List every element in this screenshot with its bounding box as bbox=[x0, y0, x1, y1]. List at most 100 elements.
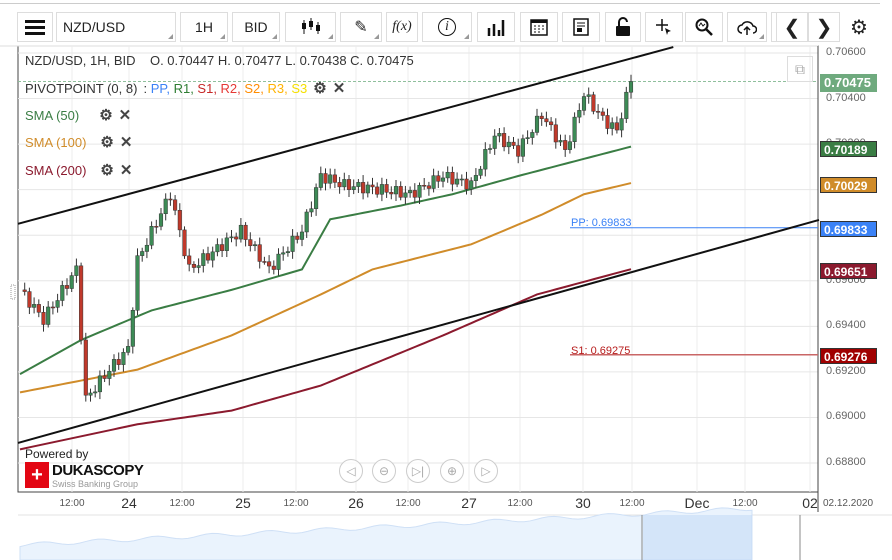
candle-up bbox=[342, 179, 347, 188]
candle-up bbox=[290, 235, 295, 252]
gear-icon[interactable]: ⚙ bbox=[313, 79, 326, 97]
candle-up bbox=[440, 177, 446, 182]
candle-down bbox=[64, 285, 70, 289]
time-axis-label: 25 bbox=[235, 495, 251, 511]
candle-up bbox=[144, 244, 149, 252]
price-axis-label: 0.69200 bbox=[826, 364, 866, 377]
candle-down bbox=[116, 359, 121, 365]
candle-up bbox=[558, 140, 563, 143]
candle-up bbox=[356, 182, 361, 187]
candle-up bbox=[107, 370, 112, 379]
sma100-label: SMA (100) bbox=[25, 134, 87, 150]
pivot-name: PIVOTPOINT (0, 8) bbox=[25, 80, 138, 96]
gear-icon[interactable]: ⚙ bbox=[100, 161, 113, 179]
triangle-right-icon: ▷ bbox=[481, 464, 491, 478]
close-icon[interactable]: ✕ bbox=[119, 106, 132, 124]
candle-down bbox=[271, 265, 276, 270]
candle-down bbox=[370, 184, 375, 188]
candle-up bbox=[431, 175, 436, 189]
candle-down bbox=[553, 124, 558, 143]
pp-line-label: PP: 0.69833 bbox=[571, 217, 632, 229]
close-icon[interactable]: ✕ bbox=[333, 79, 346, 97]
candle-up bbox=[365, 184, 370, 194]
candle-up bbox=[74, 265, 79, 276]
candle-down bbox=[177, 210, 182, 231]
date-label: 02.12.2020 bbox=[822, 498, 874, 509]
candle-down bbox=[614, 122, 619, 131]
go-to-end-button[interactable]: ▷| bbox=[406, 459, 430, 483]
close-icon[interactable]: ✕ bbox=[120, 133, 133, 151]
candle-down bbox=[332, 174, 337, 183]
popout-button[interactable]: ⧉ bbox=[787, 56, 813, 82]
s1-line-label: S1: 0.69275 bbox=[571, 345, 631, 357]
time-axis-label: 24 bbox=[121, 495, 137, 511]
ohlc-readout: NZD/USD, 1H, BID O. 0.70447 H. 0.70477 L… bbox=[25, 53, 414, 68]
price-axis-label: 0.70400 bbox=[826, 91, 866, 104]
candle-up bbox=[126, 346, 131, 353]
candle-up bbox=[534, 115, 540, 133]
candle-down bbox=[220, 244, 225, 251]
candle-up bbox=[196, 265, 201, 268]
candle-up bbox=[497, 133, 502, 137]
candle-up bbox=[408, 190, 413, 194]
brand-name: DUKASCOPY bbox=[52, 462, 144, 479]
pivot-item-r3: R3, bbox=[267, 80, 292, 96]
time-axis-label: 27 bbox=[461, 495, 477, 511]
candle-up bbox=[252, 244, 258, 247]
skip-end-icon: ▷| bbox=[411, 464, 425, 478]
price-axis-label: 0.70600 bbox=[826, 46, 866, 58]
candle-down bbox=[346, 179, 352, 190]
candle-up bbox=[201, 253, 206, 266]
time-axis-label: 02 bbox=[802, 495, 818, 511]
candle-up bbox=[97, 375, 102, 393]
candle-up bbox=[393, 186, 399, 195]
candle-up bbox=[60, 285, 65, 301]
time-axis-label: 12:00 bbox=[283, 498, 309, 509]
navigator[interactable] bbox=[18, 507, 892, 560]
candle-up bbox=[93, 391, 98, 394]
navigator-window bbox=[643, 515, 752, 560]
candle-down bbox=[234, 236, 239, 240]
close-icon[interactable]: ✕ bbox=[120, 161, 133, 179]
candle-down bbox=[384, 184, 389, 193]
pivot-item-s1: S1, bbox=[197, 80, 221, 96]
candle-down bbox=[79, 265, 84, 341]
candle-up bbox=[299, 231, 305, 240]
pan-right-button[interactable]: ▷ bbox=[474, 459, 498, 483]
candle-up bbox=[309, 208, 314, 213]
candle-up bbox=[379, 184, 384, 195]
current-price-label: 0.70475 bbox=[820, 74, 877, 92]
gear-icon[interactable]: ⚙ bbox=[99, 106, 112, 124]
candle-down bbox=[248, 239, 253, 247]
candle-up bbox=[111, 359, 117, 372]
candle-down bbox=[422, 185, 427, 187]
candle-down bbox=[267, 261, 272, 267]
candle-up bbox=[610, 122, 615, 129]
candle-down bbox=[22, 289, 27, 292]
candle-up bbox=[328, 174, 333, 184]
candle-up bbox=[417, 185, 422, 198]
pan-left-button[interactable]: ◁ bbox=[339, 459, 363, 483]
candle-up bbox=[530, 132, 535, 138]
gear-icon[interactable]: ⚙ bbox=[100, 133, 113, 151]
candle-down bbox=[549, 121, 554, 126]
pivot-item-s2: S2, bbox=[244, 80, 268, 96]
candle-down bbox=[262, 261, 267, 263]
sma200-price-label: 0.69651 bbox=[820, 263, 877, 279]
popout-icon: ⧉ bbox=[795, 60, 805, 77]
candle-up bbox=[351, 186, 356, 190]
candle-up bbox=[276, 253, 281, 270]
candle-down bbox=[41, 312, 46, 325]
zoom-in-button[interactable]: ⊕ bbox=[440, 459, 464, 483]
candle-up bbox=[445, 171, 450, 179]
candle-up bbox=[624, 91, 629, 119]
candle-down bbox=[83, 339, 88, 396]
candle-down bbox=[563, 140, 568, 150]
candle-down bbox=[464, 178, 469, 190]
zoom-out-button[interactable]: ⊖ bbox=[372, 459, 396, 483]
candle-down bbox=[502, 133, 507, 148]
candle-up bbox=[478, 168, 483, 176]
candle-down bbox=[516, 145, 521, 157]
candle-up bbox=[572, 116, 577, 142]
candle-up bbox=[619, 118, 624, 131]
